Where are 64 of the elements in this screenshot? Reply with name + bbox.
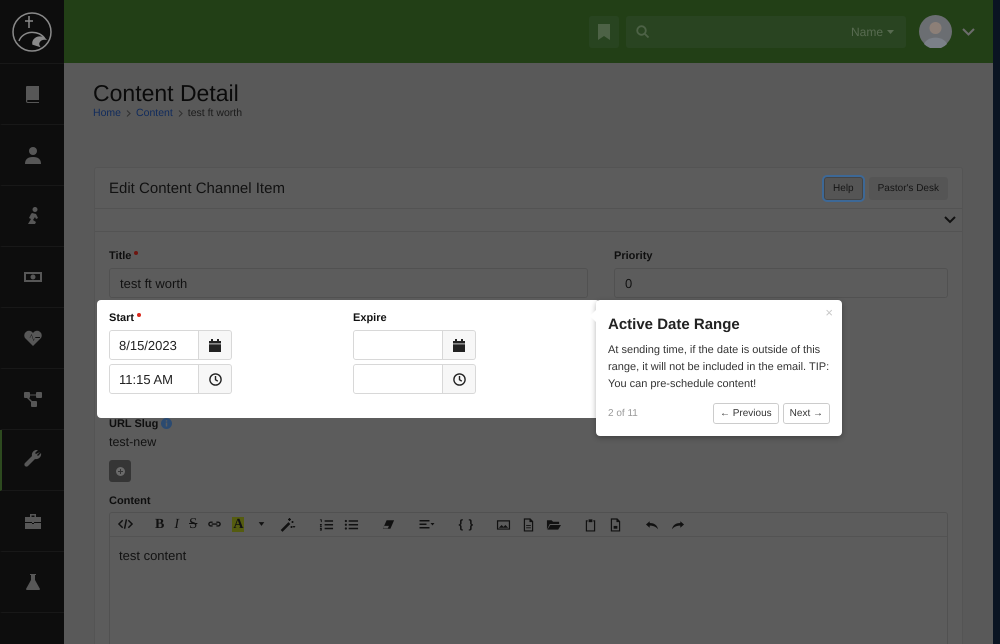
breadcrumb-link[interactable]: Home: [93, 107, 122, 119]
calendar-icon: [209, 338, 221, 352]
clock-icon: [452, 372, 466, 386]
rich-text-editor[interactable]: B I S A { } test content: [109, 512, 948, 644]
url-slug-value: test-new: [109, 435, 158, 449]
breadcrumb-link[interactable]: Content: [136, 107, 173, 119]
flowchart-icon: [23, 389, 43, 409]
add-button[interactable]: [109, 460, 131, 482]
bold-button[interactable]: B: [155, 517, 164, 532]
editor-text: test content: [118, 547, 188, 565]
color-button[interactable]: A: [232, 517, 244, 532]
popover-text: At sending time, if the date is outside of this range, it will not be included in the email. TIP: You can pre-schedule content!: [608, 343, 830, 392]
chevron-right-icon: [126, 110, 132, 116]
url-slug-label: URL Slug: [109, 418, 158, 430]
close-button[interactable]: ×: [825, 305, 833, 320]
priority-field[interactable]: 0: [614, 268, 948, 298]
title-field[interactable]: test ft worth: [109, 268, 588, 298]
start-time-field[interactable]: 11:15 AM: [109, 364, 199, 394]
step-counter: 2 of 11: [608, 408, 639, 419]
header-button[interactable]: Pastor's Desk: [868, 176, 948, 200]
clock-button[interactable]: [443, 364, 476, 394]
numbered-list-icon[interactable]: [319, 517, 334, 532]
calendar-icon: [453, 338, 465, 352]
tour-nav-button[interactable]: Next →: [782, 403, 830, 424]
search-icon: [636, 25, 649, 38]
bullet-list-icon[interactable]: [344, 517, 360, 532]
start-label: Start: [109, 312, 134, 325]
briefcase-icon: [23, 511, 43, 531]
italic-button[interactable]: I: [174, 517, 180, 532]
bookmark-icon: [598, 24, 610, 40]
required-marker: [134, 251, 138, 255]
flask-icon: [23, 572, 43, 592]
logo-icon[interactable]: [11, 10, 53, 52]
expire-time-field[interactable]: [353, 364, 443, 394]
title-label: Title: [109, 250, 132, 263]
caret-icon: [887, 30, 894, 34]
calendar-button[interactable]: [443, 330, 476, 360]
chevron-right-icon: [178, 110, 183, 116]
breadcrumb-current: test ft worth: [188, 107, 242, 119]
chevron-down-icon[interactable]: [962, 28, 975, 36]
chevron-down-icon[interactable]: [944, 216, 956, 224]
required-marker: [137, 313, 142, 317]
person-icon: [23, 145, 43, 165]
start-date-field[interactable]: 8/15/2023: [109, 330, 199, 360]
magic-wand-icon[interactable]: [279, 517, 298, 532]
header-button[interactable]: Help: [824, 176, 863, 200]
expire-date-field[interactable]: [353, 330, 443, 360]
calendar-button[interactable]: [199, 330, 232, 360]
heart-pulse-icon: [23, 328, 43, 348]
clock-button[interactable]: [199, 364, 232, 394]
clock-icon: [208, 372, 222, 386]
card-title: Edit Content Channel Item: [109, 180, 286, 196]
content-label: Content: [109, 494, 151, 506]
popover-title: Active Date Range: [608, 316, 741, 333]
code-icon[interactable]: [118, 517, 133, 532]
bookmark-button[interactable]: [589, 16, 619, 48]
strike-button[interactable]: S: [189, 517, 198, 532]
plus-circle-icon: [116, 466, 124, 476]
expire-label: Expire: [353, 312, 387, 325]
page-title: Content Detail: [93, 80, 240, 106]
priority-label: Priority: [614, 250, 653, 263]
braces-button[interactable]: { }: [458, 517, 474, 532]
avatar[interactable]: [919, 15, 952, 48]
tour-nav-button[interactable]: ← Previous: [712, 403, 779, 424]
